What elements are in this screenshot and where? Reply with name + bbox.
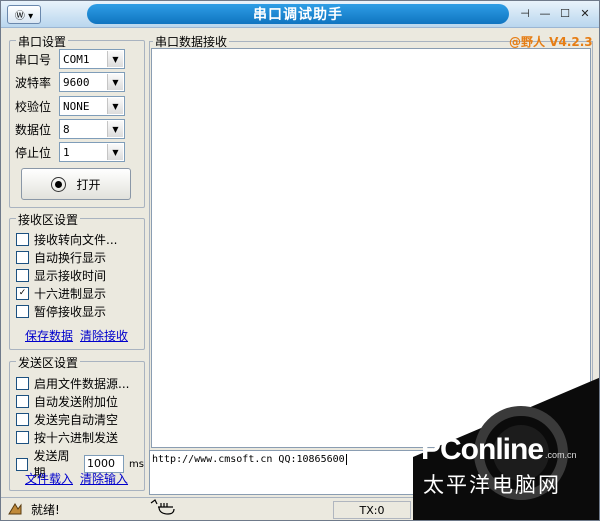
serial-settings-title: 串口设置 <box>16 33 69 50</box>
baud-label: 波特率 <box>15 75 52 90</box>
chevron-down-icon[interactable]: ▼ <box>107 98 123 114</box>
checkbox[interactable] <box>16 251 29 264</box>
baud-value: 9600 <box>63 75 90 89</box>
checkbox[interactable] <box>16 269 29 282</box>
open-port-button[interactable]: 打开 <box>21 168 131 200</box>
watermark-brand: PConline <box>421 433 544 466</box>
receive-option-pause[interactable]: 暂停接收显示 <box>16 303 106 320</box>
send-settings-group: 发送区设置 启用文件数据源... 自动发送附加位 发送完自动清空 按十六进制发送… <box>9 354 145 491</box>
checkbox[interactable] <box>16 431 29 444</box>
checkbox[interactable] <box>16 395 29 408</box>
port-status-icon <box>51 176 67 192</box>
chevron-down-icon[interactable]: ▼ <box>107 144 123 160</box>
tx-counter: TX:0 <box>333 501 411 519</box>
app-window: Ⓦ ▾ 串口调试助手 ⊣ — ☐ ✕ 串口设置 串口号 COM1 ▼ 波特率 9… <box>0 0 600 521</box>
title-bar: Ⓦ ▾ 串口调试助手 ⊣ — ☐ ✕ <box>1 1 599 28</box>
receive-option-label: 显示接收时间 <box>34 269 107 283</box>
checkbox[interactable] <box>16 305 29 318</box>
minimize-button[interactable]: — <box>537 6 553 21</box>
parity-value: NONE <box>63 99 90 113</box>
stopbits-label: 停止位 <box>15 145 52 160</box>
system-menu-button[interactable]: Ⓦ ▾ <box>7 5 41 24</box>
checkbox[interactable] <box>16 413 29 426</box>
send-period-unit: ms <box>129 458 144 470</box>
status-icon <box>7 501 23 517</box>
send-option-autoclear[interactable]: 发送完自动清空 <box>16 411 118 428</box>
port-value: COM1 <box>63 52 90 66</box>
clear-receive-link[interactable]: 清除接收 <box>80 327 128 344</box>
stopbits-select[interactable]: 1 ▼ <box>59 142 125 162</box>
watermark-slogan: 太平洋电脑网 <box>423 473 561 497</box>
receive-option-label: 接收转向文件... <box>34 233 118 247</box>
port-select[interactable]: COM1 ▼ <box>59 49 125 69</box>
file-load-link[interactable]: 文件载入 <box>25 470 73 487</box>
pin-icon[interactable]: ⊣ <box>517 6 533 21</box>
stopbits-row: 停止位 1 ▼ <box>15 142 125 162</box>
window-title: 串口调试助手 <box>87 4 509 24</box>
receive-option-redirect[interactable]: 接收转向文件... <box>16 231 117 248</box>
baud-row: 波特率 9600 ▼ <box>15 72 125 92</box>
serial-settings-group: 串口设置 串口号 COM1 ▼ 波特率 9600 ▼ 校验位 NONE ▼ 数据… <box>9 33 145 208</box>
parity-label: 校验位 <box>15 99 52 114</box>
checkbox[interactable] <box>16 377 29 390</box>
checkbox[interactable] <box>16 233 29 246</box>
save-data-link[interactable]: 保存数据 <box>25 327 73 344</box>
parity-row: 校验位 NONE ▼ <box>15 96 125 116</box>
send-option-label: 启用文件数据源... <box>34 377 130 391</box>
chevron-down-icon[interactable]: ▼ <box>107 121 123 137</box>
send-option-appendbit[interactable]: 自动发送附加位 <box>16 393 118 410</box>
databits-label: 数据位 <box>15 122 52 137</box>
checkbox-checked[interactable]: ✓ <box>16 287 29 300</box>
baud-select[interactable]: 9600 ▼ <box>59 72 125 92</box>
send-text: http://www.cmsoft.cn QQ:10865600 <box>152 454 347 465</box>
clear-input-link[interactable]: 清除输入 <box>80 470 128 487</box>
databits-row: 数据位 8 ▼ <box>15 119 125 139</box>
port-row: 串口号 COM1 ▼ <box>15 49 125 69</box>
chevron-down-icon[interactable]: ▼ <box>107 74 123 90</box>
checkbox[interactable] <box>16 457 29 471</box>
receive-option-showtime[interactable]: 显示接收时间 <box>16 267 106 284</box>
send-option-label: 按十六进制发送 <box>34 431 119 445</box>
parity-select[interactable]: NONE ▼ <box>59 96 125 116</box>
send-option-hex[interactable]: 按十六进制发送 <box>16 429 118 446</box>
open-port-label: 打开 <box>76 177 101 192</box>
send-option-label: 自动发送附加位 <box>34 395 119 409</box>
receive-option-label: 暂停接收显示 <box>34 305 107 319</box>
close-button[interactable]: ✕ <box>577 6 593 21</box>
receive-option-autowrap[interactable]: 自动换行显示 <box>16 249 106 266</box>
send-option-label: 发送完自动清空 <box>34 413 119 427</box>
receive-option-label: 自动换行显示 <box>34 251 107 265</box>
receive-option-label: 十六进制显示 <box>34 287 107 301</box>
receive-settings-group: 接收区设置 接收转向文件... 自动换行显示 显示接收时间 ✓ 十六进制显示 暂… <box>9 211 145 350</box>
chevron-down-icon[interactable]: ▼ <box>107 51 123 67</box>
port-label: 串口号 <box>15 52 52 67</box>
maximize-button[interactable]: ☐ <box>557 6 573 21</box>
send-option-filesource[interactable]: 启用文件数据源... <box>16 375 129 392</box>
databits-select[interactable]: 8 ▼ <box>59 119 125 139</box>
app-logo-icon: Ⓦ ▾ <box>14 11 34 22</box>
receive-settings-title: 接收区设置 <box>16 211 81 228</box>
watermark-domain: .com.cn <box>545 450 577 460</box>
hand-pointer-icon <box>149 499 177 515</box>
send-settings-title: 发送区设置 <box>16 354 81 371</box>
stopbits-value: 1 <box>63 145 70 159</box>
pconline-watermark: PConline .com.cn 太平洋电脑网 <box>413 377 599 520</box>
databits-value: 8 <box>63 122 70 136</box>
receive-option-hex[interactable]: ✓ 十六进制显示 <box>16 285 106 302</box>
status-ready-text: 就绪! <box>31 502 60 517</box>
